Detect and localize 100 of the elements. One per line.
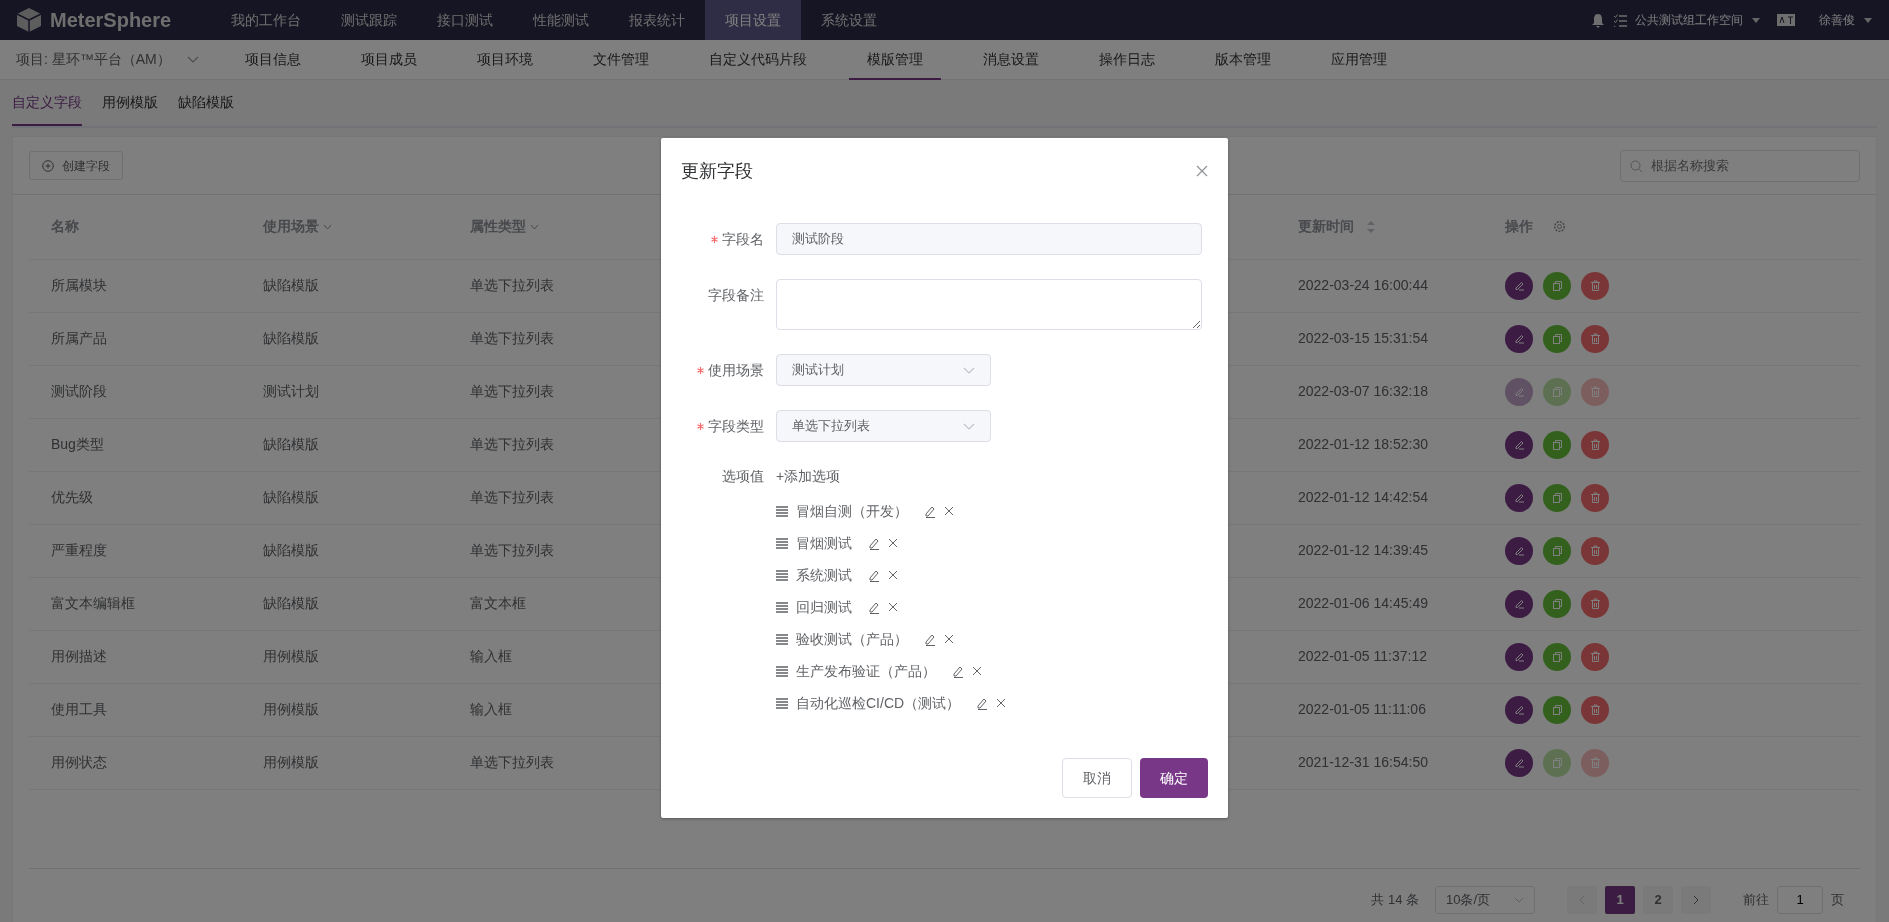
- copy-icon: [1550, 597, 1564, 610]
- delete-button[interactable]: [1581, 536, 1609, 565]
- copy-icon: [1550, 544, 1564, 557]
- option-label: 验收测试（产品）: [796, 629, 908, 649]
- delete-button[interactable]: [1581, 271, 1609, 300]
- select-field[interactable]: 测试计划: [776, 354, 991, 386]
- pencil-icon: [976, 696, 989, 710]
- nav-tab[interactable]: 文件管理: [574, 39, 667, 80]
- confirm-button[interactable]: 确定: [1140, 758, 1208, 798]
- delete-button[interactable]: [1581, 324, 1609, 353]
- nav-tab[interactable]: 项目成员: [342, 39, 435, 80]
- nav-tab[interactable]: 消息设置: [964, 39, 1057, 80]
- edit-button[interactable]: [1505, 748, 1533, 777]
- table-cell: 优先级: [29, 471, 241, 524]
- close-icon: [996, 698, 1007, 708]
- top-menu-item[interactable]: 接口测试: [417, 0, 514, 40]
- table-cell: 缺陷模版: [241, 471, 448, 524]
- table-cell: 用例模版: [241, 630, 448, 683]
- copy-button[interactable]: [1543, 483, 1571, 512]
- table-cell: 所属模块: [29, 259, 241, 312]
- nav-tab[interactable]: 自定义代码片段: [690, 39, 825, 80]
- edit-button[interactable]: [1505, 589, 1533, 618]
- table-cell: 2021-12-31 16:54:50: [1276, 736, 1483, 789]
- delete-button[interactable]: [1581, 483, 1609, 512]
- table-cell: 用例描述: [29, 630, 241, 683]
- copy-button[interactable]: [1543, 536, 1571, 565]
- top-menu-item[interactable]: 系统设置: [801, 0, 898, 40]
- nav-tab[interactable]: 项目环境: [458, 39, 551, 80]
- delete-button[interactable]: [1581, 430, 1609, 459]
- table-cell: 缺陷模版: [241, 524, 448, 577]
- copy-button[interactable]: [1543, 430, 1571, 459]
- sort-icon: [1366, 219, 1376, 234]
- delete-button[interactable]: [1581, 589, 1609, 618]
- edit-button[interactable]: [1505, 642, 1533, 671]
- trash-icon: [1588, 491, 1602, 504]
- nav-tab[interactable]: 项目信息: [226, 39, 319, 80]
- select-field[interactable]: 单选下拉列表: [776, 410, 991, 442]
- trash-icon: [1588, 438, 1602, 451]
- pencil-icon: [1512, 597, 1526, 610]
- page-input[interactable]: 1: [1777, 885, 1823, 914]
- task-list-icon: [1613, 13, 1627, 27]
- copy-icon: [1550, 491, 1564, 504]
- chevron-left-icon: [1579, 895, 1585, 906]
- page-button[interactable]: 1: [1605, 885, 1635, 914]
- edit-button[interactable]: [1505, 324, 1533, 353]
- delete-button[interactable]: [1581, 642, 1609, 671]
- nav-tab[interactable]: 应用管理: [1312, 39, 1405, 80]
- page-size-select[interactable]: 10条/页: [1435, 885, 1535, 914]
- table-cell: 缺陷模版: [241, 259, 448, 312]
- edit-button[interactable]: [1505, 695, 1533, 724]
- field-label: 字段备注: [708, 286, 764, 305]
- top-menu-item[interactable]: 性能测试: [513, 0, 610, 40]
- table-cell: 2022-01-12 14:42:54: [1276, 471, 1483, 524]
- table-cell: Bug类型: [29, 418, 241, 471]
- copy-button[interactable]: [1543, 642, 1571, 671]
- edit-button[interactable]: [1505, 536, 1533, 565]
- table-cell: 富文本编辑框: [29, 577, 241, 630]
- table-cell: 2022-01-06 14:45:49: [1276, 577, 1483, 630]
- table-cell: 2022-03-24 16:00:44: [1276, 259, 1483, 312]
- chevron-down-icon: [323, 223, 332, 230]
- edit-button[interactable]: [1505, 430, 1533, 459]
- close-icon: [1196, 164, 1208, 177]
- top-menu-item[interactable]: 我的工作台: [211, 0, 322, 40]
- table-cell: 严重程度: [29, 524, 241, 577]
- tab[interactable]: 自定义字段: [12, 80, 82, 126]
- textarea-field[interactable]: [776, 279, 1202, 330]
- cancel-button[interactable]: 取消: [1062, 758, 1132, 798]
- copy-button[interactable]: [1543, 589, 1571, 618]
- search-field[interactable]: 根据名称搜索: [1620, 149, 1860, 182]
- delete-button[interactable]: [1581, 695, 1609, 724]
- tab[interactable]: 缺陷模版: [178, 80, 234, 126]
- edit-button[interactable]: [1505, 483, 1533, 512]
- copy-icon: [1550, 650, 1564, 663]
- edit-button[interactable]: [1505, 271, 1533, 300]
- project-selector[interactable]: 项目: 星环™平台（AM）: [16, 49, 199, 70]
- top-menu-item[interactable]: 测试跟踪: [321, 0, 418, 40]
- user-menu[interactable]: 徐善俊: [1819, 10, 1855, 30]
- tab[interactable]: 用例模版: [102, 80, 158, 126]
- dialog-title: 更新字段: [681, 160, 753, 183]
- nav-tab[interactable]: 版本管理: [1196, 39, 1289, 80]
- copy-icon: [1550, 332, 1564, 345]
- drag-handle-icon: [776, 697, 788, 709]
- text-input[interactable]: 测试阶段: [776, 223, 1202, 255]
- pencil-icon: [1512, 491, 1526, 504]
- nav-tab[interactable]: 操作日志: [1080, 39, 1173, 80]
- create-field-button[interactable]: 创建字段: [29, 151, 123, 180]
- translate-icon: [1777, 14, 1795, 26]
- workspace-switcher[interactable]: 公共测试组工作空间: [1635, 10, 1743, 30]
- caret-icon: [1863, 16, 1873, 24]
- copy-button[interactable]: [1543, 271, 1571, 300]
- trash-icon: [1588, 279, 1602, 292]
- chevron-right-icon: [1693, 895, 1699, 906]
- copy-button[interactable]: [1543, 324, 1571, 353]
- nav-tab[interactable]: 模版管理: [848, 39, 941, 80]
- table-cell: 测试计划: [241, 365, 448, 418]
- copy-icon: [1550, 279, 1564, 292]
- pencil-icon: [1512, 650, 1526, 663]
- page-button[interactable]: 2: [1643, 885, 1673, 914]
- copy-button[interactable]: [1543, 695, 1571, 724]
- top-menu-item[interactable]: 项目设置: [705, 0, 802, 40]
